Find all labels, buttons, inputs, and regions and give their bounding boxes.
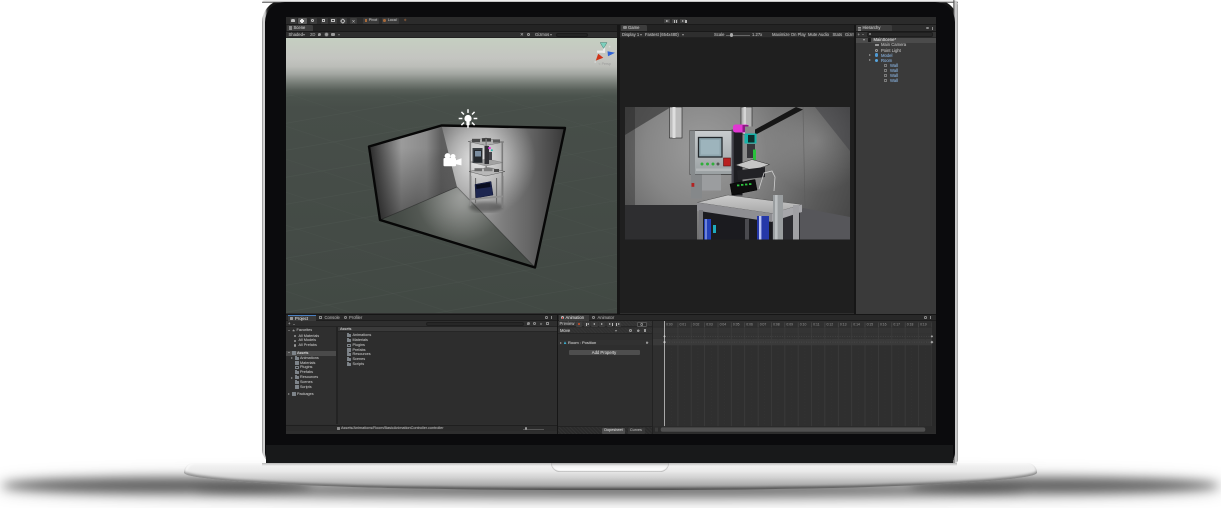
svg-text:0:05: 0:05 — [733, 323, 740, 327]
svg-text:0:18: 0:18 — [907, 323, 914, 327]
svg-text:0:06: 0:06 — [746, 323, 753, 327]
svg-text:0:17: 0:17 — [893, 323, 900, 327]
svg-text:0:00: 0:00 — [666, 323, 673, 327]
svg-text:0:19: 0:19 — [920, 323, 927, 327]
svg-text:0:12: 0:12 — [826, 323, 833, 327]
svg-text:0:08: 0:08 — [773, 323, 780, 327]
svg-text:< Persp: < Persp — [598, 62, 610, 66]
svg-text:0:03: 0:03 — [706, 323, 713, 327]
svg-text:0:15: 0:15 — [867, 323, 874, 327]
svg-text:0:09: 0:09 — [786, 323, 793, 327]
svg-text:0:01: 0:01 — [680, 323, 687, 327]
svg-text:0:04: 0:04 — [720, 323, 727, 327]
svg-text:0:14: 0:14 — [853, 323, 860, 327]
svg-text:0:13: 0:13 — [840, 323, 847, 327]
svg-text:0:16: 0:16 — [880, 323, 887, 327]
svg-text:0:10: 0:10 — [800, 323, 807, 327]
svg-text:0:02: 0:02 — [693, 323, 700, 327]
svg-text:0:07: 0:07 — [760, 323, 767, 327]
svg-text:0:11: 0:11 — [813, 323, 819, 327]
